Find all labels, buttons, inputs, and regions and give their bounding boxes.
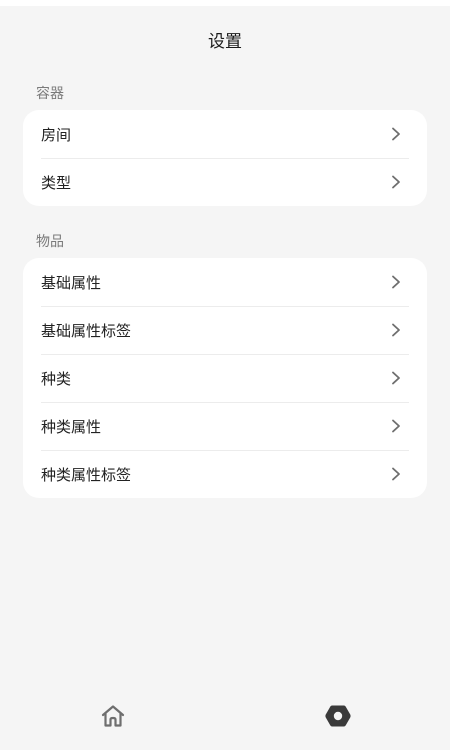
settings-item-label: 种类属性 xyxy=(41,417,102,436)
settings-item-types[interactable]: 类型 xyxy=(23,158,427,206)
section-title-items: 物品 xyxy=(36,234,64,250)
chevron-right-icon xyxy=(389,323,403,337)
chevron-right-icon xyxy=(389,467,403,481)
settings-item-categories[interactable]: 种类 xyxy=(23,354,427,402)
bottom-navigation xyxy=(0,690,450,750)
chevron-right-icon xyxy=(389,371,403,385)
settings-item-label: 基础属性标签 xyxy=(41,321,132,340)
nav-home-button[interactable] xyxy=(97,700,129,732)
settings-item-label: 类型 xyxy=(41,173,72,192)
container-settings-card: 房间 类型 xyxy=(23,110,427,206)
chevron-right-icon xyxy=(389,275,403,289)
item-settings-card: 基础属性 基础属性标签 种类 种类属性 种类属性标签 xyxy=(23,258,427,498)
chevron-right-icon xyxy=(389,419,403,433)
settings-item-category-attributes[interactable]: 种类属性 xyxy=(23,402,427,450)
settings-item-rooms[interactable]: 房间 xyxy=(23,110,427,158)
settings-item-basic-attribute-tags[interactable]: 基础属性标签 xyxy=(23,306,427,354)
page-title: 设置 xyxy=(208,32,242,52)
nav-settings-button[interactable] xyxy=(322,700,354,732)
settings-icon xyxy=(325,705,351,727)
settings-item-label: 基础属性 xyxy=(41,273,102,292)
section-title-container: 容器 xyxy=(36,86,64,102)
settings-item-category-attribute-tags[interactable]: 种类属性标签 xyxy=(23,450,427,498)
status-bar-strip xyxy=(0,0,450,6)
settings-item-label: 房间 xyxy=(41,125,72,144)
chevron-right-icon xyxy=(389,175,403,189)
chevron-right-icon xyxy=(389,127,403,141)
settings-page: 设置 容器 房间 类型 物品 基础属性 基础属性标签 种类 种类属性 种类属性标… xyxy=(0,0,450,750)
settings-item-label: 种类属性标签 xyxy=(41,465,132,484)
settings-item-basic-attributes[interactable]: 基础属性 xyxy=(23,258,427,306)
home-icon xyxy=(101,705,125,727)
settings-item-label: 种类 xyxy=(41,369,72,388)
